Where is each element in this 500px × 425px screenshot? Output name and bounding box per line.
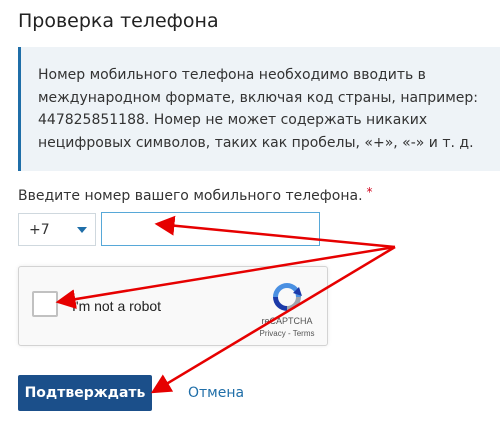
phone-field-label: Введите номер вашего мобильного телефона…: [18, 185, 373, 204]
recaptcha-checkbox[interactable]: [32, 291, 58, 317]
chevron-down-icon: [77, 227, 87, 233]
phone-number-input[interactable]: [101, 212, 320, 246]
recaptcha-widget: I'm not a robot reCAPTCHA Privacy - Term…: [18, 266, 328, 346]
page-title: Проверка телефона: [18, 10, 219, 32]
info-notice: Номер мобильного телефона необходимо вво…: [18, 47, 500, 171]
recaptcha-brand: reCAPTCHA: [261, 316, 313, 326]
info-notice-text: Номер мобильного телефона необходимо вво…: [38, 67, 478, 151]
country-code-select[interactable]: +7: [18, 213, 96, 246]
country-code-value: +7: [29, 222, 50, 238]
recaptcha-logo-icon: [273, 283, 302, 311]
submit-button[interactable]: Подтверждать: [18, 375, 152, 411]
recaptcha-label: I'm not a robot: [72, 298, 162, 314]
cancel-link[interactable]: Отмена: [188, 385, 244, 401]
recaptcha-links[interactable]: Privacy - Terms: [249, 329, 325, 338]
phone-label-text: Введите номер вашего мобильного телефона…: [18, 188, 363, 204]
required-mark: *: [366, 185, 373, 199]
